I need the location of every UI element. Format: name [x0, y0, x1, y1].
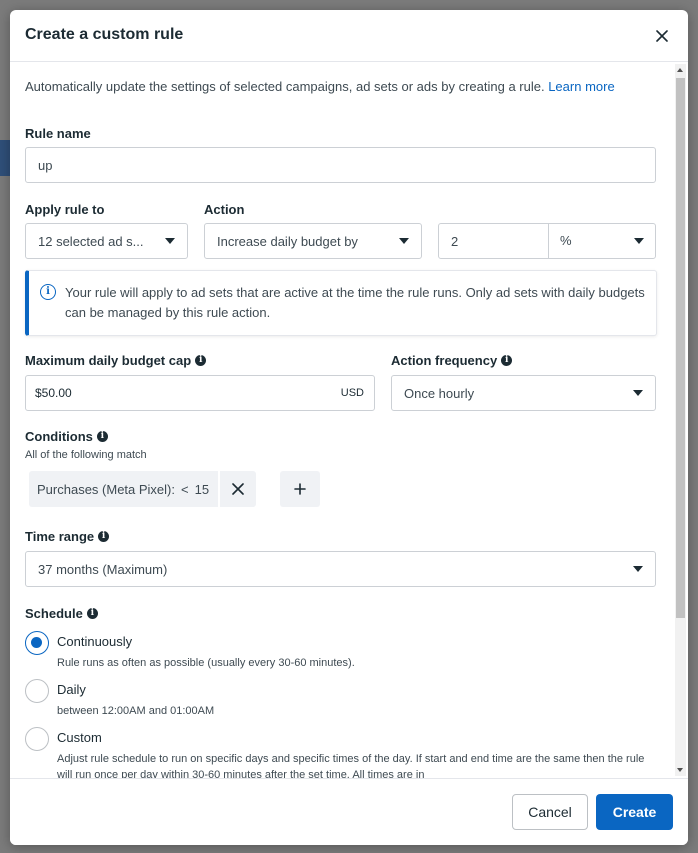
scroll-down-icon[interactable] [677, 768, 683, 772]
close-icon [232, 483, 244, 495]
action-value: Increase daily budget by [217, 233, 358, 249]
rule-name-value: up [38, 157, 53, 173]
radio-continuously[interactable] [25, 631, 49, 655]
max-budget-cap-value: $50.00 [35, 386, 72, 400]
dialog-body: Automatically update the settings of sel… [10, 63, 688, 778]
radio-description: between 12:00AM and 01:00AM [57, 705, 215, 717]
close-icon [656, 30, 668, 42]
chevron-down-icon [633, 566, 643, 572]
apply-rule-to-label: Apply rule to [25, 202, 104, 217]
radio-title: Daily [57, 682, 86, 697]
close-button[interactable] [650, 24, 674, 48]
condition-chip[interactable]: Purchases (Meta Pixel): < 15 [29, 471, 257, 507]
dialog-header: Create a custom rule [10, 10, 688, 62]
notice-text: Your rule will apply to ad sets that are… [65, 285, 645, 320]
conditions-label-text: Conditions [25, 429, 93, 444]
info-circle-icon: i [40, 284, 56, 300]
action-label-text: Action [204, 202, 245, 217]
radio-daily[interactable] [25, 679, 49, 703]
action-frequency-label: Action frequency i [391, 353, 513, 368]
scroll-up-icon[interactable] [677, 68, 683, 72]
chevron-down-icon [634, 238, 644, 244]
scrollbar-thumb[interactable] [676, 78, 685, 618]
action-frequency-label-text: Action frequency [391, 353, 498, 368]
action-select[interactable]: Increase daily budget by [204, 223, 422, 259]
action-frequency-value: Once hourly [404, 385, 475, 401]
condition-metric: Purchases (Meta Pixel): [37, 481, 175, 497]
info-icon[interactable]: i [96, 431, 108, 442]
schedule-label-text: Schedule [25, 606, 83, 621]
action-frequency-select[interactable]: Once hourly [391, 375, 656, 411]
add-condition-button[interactable] [280, 471, 320, 507]
remove-condition-button[interactable] [218, 471, 256, 507]
info-icon[interactable]: i [195, 355, 207, 366]
apply-rule-to-select[interactable]: 12 selected ad s... [25, 223, 188, 259]
radio-description: Rule runs as often as possible (usually … [57, 657, 355, 669]
rule-name-label: Rule name [25, 126, 91, 141]
dialog-title: Create a custom rule [25, 26, 184, 43]
schedule-option-daily[interactable]: Daily between 12:00AM and 01:00AM [25, 679, 657, 719]
chevron-down-icon [165, 238, 175, 244]
action-amount-group: 2 % [438, 223, 656, 259]
rule-name-label-text: Rule name [25, 126, 91, 141]
custom-rule-dialog: Create a custom rule Automatically updat… [10, 10, 688, 845]
currency-suffix: USD [340, 387, 364, 399]
action-label: Action [204, 202, 244, 217]
info-notice: i Your rule will apply to ad sets that a… [25, 270, 657, 336]
max-budget-cap-label: Maximum daily budget cap i [25, 353, 207, 368]
max-budget-cap-input[interactable]: $50.00 USD [25, 375, 375, 411]
time-range-label: Time range i [25, 529, 110, 544]
chevron-down-icon [399, 238, 409, 244]
radio-description: Adjust rule schedule to run on specific … [57, 753, 645, 778]
radio-title: Custom [57, 730, 102, 745]
time-range-value: 37 months (Maximum) [38, 561, 168, 577]
rule-name-input[interactable]: up [25, 147, 656, 183]
schedule-option-custom[interactable]: Custom Adjust rule schedule to run on sp… [25, 727, 657, 778]
condition-chip-text: Purchases (Meta Pixel): < 15 [29, 482, 218, 497]
radio-title: Continuously [57, 634, 133, 649]
radio-text-custom: Custom Adjust rule schedule to run on sp… [57, 727, 657, 778]
dialog-footer: Cancel Create [10, 778, 688, 845]
action-amount-input[interactable]: 2 [451, 234, 458, 249]
learn-more-link[interactable]: Learn more [548, 79, 614, 94]
apply-rule-to-label-text: Apply rule to [25, 202, 105, 217]
radio-text-daily: Daily between 12:00AM and 01:00AM [57, 679, 657, 719]
create-button[interactable]: Create [596, 794, 673, 830]
chevron-down-icon [633, 390, 643, 396]
radio-text-continuously: Continuously Rule runs as often as possi… [57, 631, 657, 671]
info-icon[interactable]: i [86, 608, 98, 619]
intro-description: Automatically update the settings of sel… [25, 79, 545, 94]
condition-operator: < [181, 481, 189, 497]
radio-custom[interactable] [25, 727, 49, 751]
schedule-option-continuously[interactable]: Continuously Rule runs as often as possi… [25, 631, 657, 671]
cancel-button[interactable]: Cancel [512, 794, 588, 830]
condition-value: 15 [194, 481, 210, 497]
info-icon[interactable]: i [501, 355, 513, 366]
time-range-select[interactable]: 37 months (Maximum) [25, 551, 656, 587]
apply-rule-to-value: 12 selected ad s... [38, 233, 144, 249]
action-unit-value: % [560, 233, 572, 248]
action-unit-select[interactable]: % [548, 224, 656, 258]
max-budget-cap-label-text: Maximum daily budget cap [25, 353, 192, 368]
intro-text: Automatically update the settings of sel… [25, 79, 615, 94]
schedule-label: Schedule i [25, 606, 98, 621]
conditions-label: Conditions i [25, 429, 108, 444]
conditions-sublabel: All of the following match [25, 449, 147, 461]
time-range-label-text: Time range [25, 529, 95, 544]
dialog-scrollbar[interactable] [675, 64, 686, 776]
info-icon[interactable]: i [98, 531, 110, 542]
plus-icon [294, 483, 306, 495]
